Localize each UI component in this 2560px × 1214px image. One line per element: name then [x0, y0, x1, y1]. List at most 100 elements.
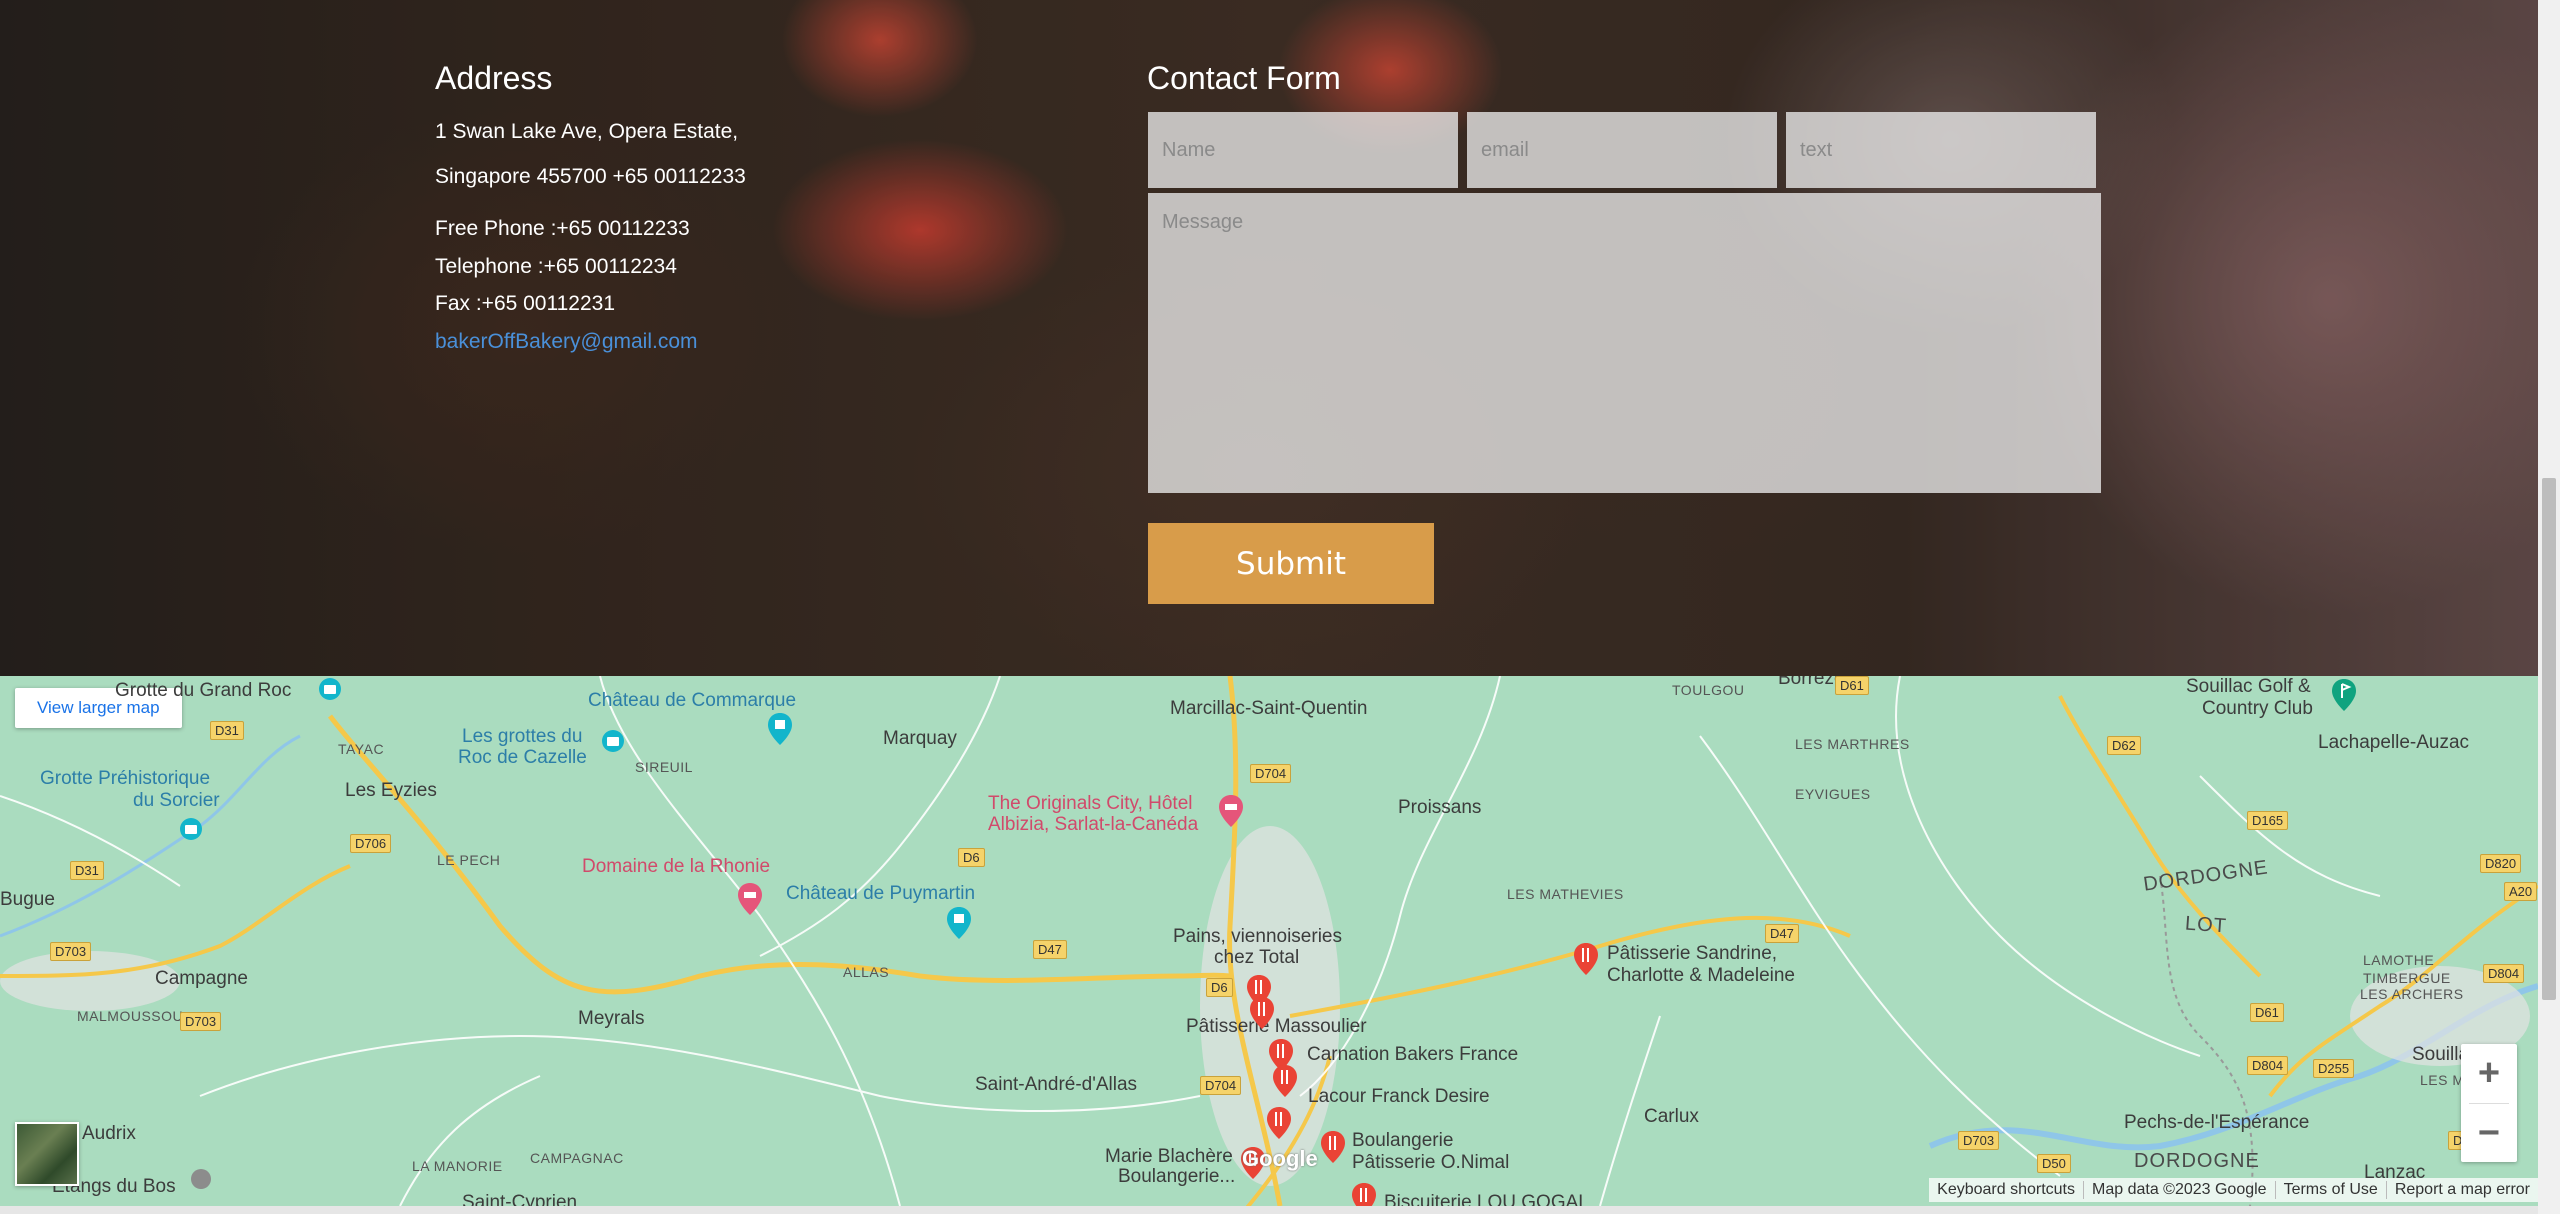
- map-label: Marcillac-Saint-Quentin: [1170, 698, 1368, 719]
- map-label: du Sorcier: [133, 790, 220, 811]
- map-label: LES MATHEVIES: [1507, 886, 1624, 902]
- hotel-poi-icon[interactable]: [737, 882, 763, 916]
- map-label: TOULGOU: [1672, 682, 1745, 698]
- zoom-out-button[interactable]: −: [2461, 1104, 2517, 1163]
- email-input[interactable]: [1467, 112, 1777, 188]
- fax: Fax :+65 00112231: [435, 292, 616, 315]
- map-label: Meyrals: [578, 1008, 645, 1029]
- map-label: LES ARCHERS: [2360, 986, 2464, 1002]
- map-label: Château de Puymartin: [786, 883, 976, 904]
- keyboard-shortcuts-link[interactable]: Keyboard shortcuts: [1929, 1181, 2083, 1199]
- castle-poi-icon[interactable]: [767, 712, 793, 746]
- golf-poi-icon[interactable]: [2331, 678, 2357, 712]
- restaurant-pin-icon[interactable]: [1351, 1182, 1377, 1206]
- map-label: Lachapelle-Auzac: [2318, 732, 2470, 753]
- map-label: Country Club: [2202, 698, 2313, 719]
- name-input[interactable]: [1148, 112, 1458, 188]
- map-label: Souillac Golf &: [2186, 676, 2311, 697]
- map-label: TAYAC: [338, 741, 385, 757]
- embedded-map[interactable]: View larger map Grotte du Grand Roc TAYA…: [0, 676, 2538, 1206]
- terms-of-use-link[interactable]: Terms of Use: [2274, 1181, 2386, 1199]
- map-label: Bugue: [0, 889, 55, 910]
- map-label: The Originals City, Hôtel: [988, 793, 1193, 814]
- contact-form: Contact Form: [1147, 58, 1341, 98]
- map-label: Château de Commarque: [588, 690, 797, 711]
- map-label: Boulangerie: [1352, 1130, 1454, 1151]
- map-label: Saint-André-d'Allas: [975, 1074, 1138, 1095]
- map-label: LAMOTHE: [2363, 952, 2435, 968]
- address-line-1: 1 Swan Lake Ave, Opera Estate,: [435, 120, 739, 143]
- camera-poi-icon[interactable]: [178, 816, 204, 850]
- map-label: SIREUIL: [635, 759, 693, 775]
- map-label: Les Eyzies: [345, 780, 437, 801]
- map-label: Pâtisserie O.Nimal: [1352, 1152, 1510, 1173]
- submit-button[interactable]: Submit: [1148, 523, 1434, 604]
- restaurant-pin-icon[interactable]: [1272, 1064, 1298, 1098]
- map-label: Pechs-de-l'Espérance: [2124, 1112, 2310, 1133]
- address-block: Address 1 Swan Lake Ave, Opera Estate, S…: [435, 58, 895, 353]
- free-phone: Free Phone :+65 00112233: [435, 217, 690, 240]
- contact-form-heading: Contact Form: [1147, 60, 1341, 96]
- address-heading: Address: [435, 60, 553, 96]
- map-label: Campagne: [155, 968, 248, 989]
- road-shield: D47: [1765, 924, 1799, 943]
- horizontal-scrollbar[interactable]: [0, 1206, 2538, 1214]
- map-label: Biscuiterie LOU GOGAL: [1384, 1192, 1589, 1206]
- road-shield: D704: [1200, 1076, 1242, 1095]
- message-textarea[interactable]: [1148, 193, 2101, 493]
- map-label: Marquay: [883, 728, 957, 749]
- road-shield: D704: [1250, 764, 1292, 783]
- contact-section: Address 1 Swan Lake Ave, Opera Estate, S…: [0, 0, 2538, 676]
- zoom-in-button[interactable]: +: [2461, 1044, 2517, 1103]
- restaurant-pin-icon[interactable]: [1573, 942, 1599, 976]
- report-map-error-link[interactable]: Report a map error: [2385, 1181, 2538, 1199]
- map-label: Carlux: [1644, 1106, 1699, 1127]
- road-shield: D6: [1206, 978, 1233, 997]
- satellite-toggle[interactable]: [15, 1122, 79, 1186]
- map-label: ALLAS: [843, 964, 890, 980]
- road-shield: D61: [2250, 1003, 2284, 1022]
- email-link[interactable]: bakerOffBakery@gmail.com: [435, 330, 698, 354]
- map-label: Charlotte & Madeleine: [1607, 965, 1795, 986]
- text-input[interactable]: [1786, 112, 2096, 188]
- road-shield: D703: [50, 942, 92, 961]
- map-label: LE PECH: [437, 852, 501, 868]
- map-label: LES MARTHRES: [1795, 736, 1910, 752]
- map-label: Saint-Cyprien: [462, 1192, 578, 1206]
- castle-poi-icon[interactable]: [946, 906, 972, 940]
- map-label: Albizia, Sarlat-la-Canéda: [988, 814, 1199, 835]
- road-shield: D31: [210, 721, 244, 740]
- hotel-poi-icon[interactable]: [1218, 794, 1244, 828]
- road-shield: D6: [958, 848, 985, 867]
- road-shield: D62: [2107, 736, 2141, 755]
- scrollbar-thumb[interactable]: [2542, 478, 2556, 1000]
- map-label: Grotte Préhistorique: [40, 768, 211, 789]
- map-label: Boulangerie...: [1118, 1166, 1236, 1187]
- map-label: DORDOGNE: [2134, 1150, 2260, 1172]
- restaurant-pin-icon[interactable]: [1320, 1130, 1346, 1164]
- road-shield: D165: [2247, 811, 2289, 830]
- poi-icon[interactable]: [188, 1166, 214, 1200]
- map-label: Audrix: [82, 1123, 136, 1144]
- map-label: Pains, viennoiseries: [1173, 926, 1342, 947]
- road-shield: D50: [2037, 1154, 2071, 1173]
- camera-poi-icon[interactable]: [600, 728, 626, 762]
- map-label: CAMPAGNAC: [530, 1150, 624, 1166]
- map-label: EYVIGUES: [1795, 786, 1871, 802]
- map-label: Marie Blachère: [1105, 1146, 1233, 1167]
- map-label: LOT: [2184, 912, 2228, 938]
- zoom-control: + −: [2461, 1044, 2517, 1162]
- road-shield: A20: [2504, 882, 2538, 901]
- map-label: LA MANORIE: [412, 1158, 503, 1174]
- restaurant-pin-icon[interactable]: [1249, 996, 1275, 1030]
- road-shield: D820: [2480, 854, 2522, 873]
- road-shield: D804: [2483, 964, 2525, 983]
- road-shield: D706: [350, 834, 392, 853]
- restaurant-pin-icon[interactable]: [1266, 1106, 1292, 1140]
- map-label: Roc de Cazelle: [458, 747, 587, 768]
- map-attribution: Keyboard shortcuts Map data ©2023 Google…: [1929, 1178, 2538, 1202]
- camera-poi-icon[interactable]: [317, 676, 343, 710]
- map-label: Domaine de la Rhonie: [582, 856, 771, 877]
- map-label: chez Total: [1214, 947, 1300, 968]
- map-label: Pâtisserie Sandrine,: [1607, 943, 1778, 964]
